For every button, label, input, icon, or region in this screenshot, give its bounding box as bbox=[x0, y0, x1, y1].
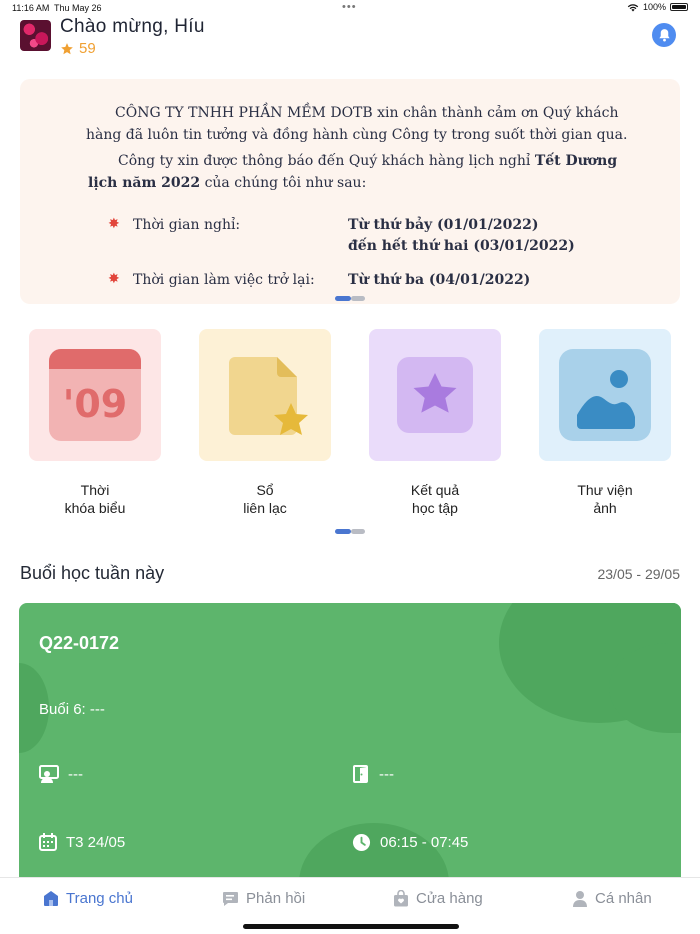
page-dot-active bbox=[335, 529, 351, 534]
lesson-card[interactable]: Q22-0172 Buổi 6: --- --- --- T3 24/05 06… bbox=[19, 603, 681, 893]
calendar-icon: '09 bbox=[49, 349, 141, 441]
home-indicator[interactable] bbox=[243, 924, 459, 929]
points-value: 59 bbox=[79, 40, 96, 57]
nav-home[interactable]: Trang chủ bbox=[43, 890, 133, 907]
document-star-icon bbox=[229, 357, 308, 435]
banner-line-4: lịch năm 2022 của chúng tôi như sau: bbox=[88, 175, 366, 191]
star-badge-icon bbox=[397, 357, 473, 433]
week-range: 23/05 - 29/05 bbox=[597, 566, 680, 582]
schedule-label-line2: khóa biểu bbox=[64, 500, 126, 516]
image-icon bbox=[559, 349, 651, 441]
banner-line-3: Công ty xin được thông báo đến Quý khách… bbox=[118, 153, 617, 169]
contact-book-label-line2: liên lạc bbox=[243, 500, 287, 516]
status-right: 100% bbox=[627, 2, 688, 12]
burst-icon: ✸ bbox=[108, 216, 120, 232]
section-title: Buổi học tuần này bbox=[20, 563, 165, 583]
battery-percent: 100% bbox=[642, 2, 666, 12]
schedule-label: Thời khóa biểu bbox=[29, 481, 161, 517]
page-dot bbox=[351, 529, 365, 534]
star-icon bbox=[61, 42, 73, 54]
gallery-label-line1: Thư viện bbox=[577, 482, 633, 498]
time-value: 06:15 - 07:45 bbox=[380, 834, 469, 851]
banner-page-indicator[interactable] bbox=[335, 296, 365, 301]
contact-book-label: Sổ liên lạc bbox=[199, 481, 331, 517]
nav-profile-label: Cá nhân bbox=[595, 890, 652, 907]
page-dot bbox=[351, 296, 365, 301]
session-label: Buổi 6: --- bbox=[39, 701, 105, 718]
status-bar: 11:16 AM Thu May 26 ••• 100% bbox=[0, 0, 700, 16]
app-header: Chào mừng, Híu 59 bbox=[0, 16, 700, 66]
results-label-line1: Kết quả bbox=[410, 482, 460, 498]
greeting-text: Chào mừng, Híu bbox=[60, 16, 205, 37]
schedule-tile[interactable]: '09 bbox=[29, 329, 161, 461]
nav-feedback-label: Phản hồi bbox=[246, 890, 306, 907]
results-tile[interactable] bbox=[369, 329, 501, 461]
banner-line-1: CÔNG TY TNHH PHẦN MỀM DOTB xin chân thàn… bbox=[115, 105, 619, 121]
teacher-icon bbox=[39, 765, 59, 783]
schedule-label-line1: Thời bbox=[80, 482, 110, 498]
feedback-icon bbox=[223, 891, 238, 906]
room-row: --- bbox=[352, 765, 394, 783]
nav-profile[interactable]: Cá nhân bbox=[572, 890, 652, 907]
nav-feedback[interactable]: Phản hồi bbox=[222, 890, 305, 907]
banner-cut-line: ⁓ ⁓ ⁓ ⁓ bbox=[116, 79, 185, 85]
teacher-value: --- bbox=[68, 765, 83, 783]
door-icon bbox=[353, 765, 368, 783]
time-row: 06:15 - 07:45 bbox=[352, 833, 468, 852]
return-label: Thời gian làm việc trở lại: bbox=[133, 272, 315, 288]
banner-line-4-text: của chúng tôi như sau: bbox=[200, 175, 367, 191]
date-row: T3 24/05 bbox=[39, 833, 125, 851]
nav-store[interactable]: Cửa hàng bbox=[393, 890, 483, 907]
announcement-banner[interactable]: ⁓ ⁓ ⁓ ⁓ CÔNG TY TNHH PHẦN MỀM DOTB xin c… bbox=[20, 79, 680, 304]
gallery-label: Thư viện ảnh bbox=[539, 481, 671, 517]
multitask-dots[interactable]: ••• bbox=[342, 1, 357, 13]
results-label: Kết quả học tập bbox=[369, 481, 501, 517]
status-date: Thu May 26 bbox=[54, 3, 102, 13]
contact-book-label-line1: Sổ bbox=[256, 482, 274, 498]
gallery-label-line2: ảnh bbox=[593, 500, 617, 516]
burst-icon: ✸ bbox=[108, 271, 120, 287]
teacher-row: --- bbox=[39, 765, 83, 783]
battery-icon bbox=[670, 3, 688, 11]
gallery-tile[interactable] bbox=[539, 329, 671, 461]
person-icon bbox=[573, 891, 587, 907]
results-label-line2: học tập bbox=[412, 500, 458, 516]
banner-line-3-text: Công ty xin được thông báo đến Quý khách… bbox=[118, 153, 535, 169]
banner-line-2: hàng đã luôn tin tưởng và đồng hành cùng… bbox=[86, 127, 628, 143]
page-dot-active bbox=[335, 296, 351, 301]
points-display: 59 bbox=[60, 40, 96, 57]
rest-to: đến hết thứ hai (03/01/2022) bbox=[348, 238, 575, 254]
date-value: T3 24/05 bbox=[66, 833, 126, 851]
nav-store-label: Cửa hàng bbox=[416, 890, 483, 907]
shopping-bag-icon bbox=[394, 890, 408, 907]
class-code: Q22-0172 bbox=[39, 633, 120, 653]
calendar-small-icon bbox=[39, 833, 57, 851]
banner-line-4-bold: lịch năm 2022 bbox=[88, 175, 201, 191]
tiles-page-indicator[interactable] bbox=[335, 529, 365, 534]
home-icon bbox=[44, 891, 58, 906]
avatar[interactable] bbox=[20, 20, 51, 51]
calendar-number: '09 bbox=[63, 382, 128, 426]
notification-button[interactable] bbox=[652, 23, 676, 47]
bell-icon bbox=[658, 29, 670, 42]
return-value: Từ thứ ba (04/01/2022) bbox=[348, 272, 531, 288]
clock-icon bbox=[352, 833, 371, 852]
banner-line-3-bold: Tết Dương bbox=[534, 153, 618, 169]
wifi-icon bbox=[627, 3, 639, 11]
rest-label: Thời gian nghỉ: bbox=[133, 217, 241, 233]
status-time: 11:16 AM bbox=[12, 3, 50, 13]
room-value: --- bbox=[379, 765, 394, 783]
rest-from: Từ thứ bảy (01/01/2022) bbox=[348, 217, 539, 233]
nav-home-label: Trang chủ bbox=[66, 890, 133, 907]
contact-book-tile[interactable] bbox=[199, 329, 331, 461]
